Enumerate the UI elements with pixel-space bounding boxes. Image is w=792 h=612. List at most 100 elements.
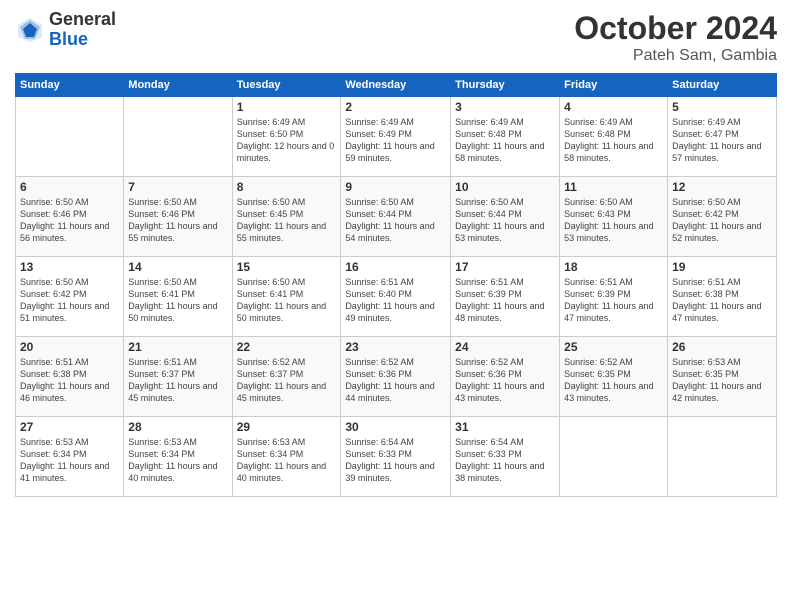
cell-info: Sunrise: 6:50 AM Sunset: 6:46 PM Dayligh… [20,196,119,245]
page: General Blue October 2024 Pateh Sam, Gam… [0,0,792,612]
cell-day-number: 15 [237,260,337,274]
calendar-cell [560,417,668,497]
calendar-week-5: 27 Sunrise: 6:53 AM Sunset: 6:34 PM Dayli… [16,417,777,497]
day-header-wednesday: Wednesday [341,74,451,97]
calendar-cell: 31Sunrise: 6:54 AM Sunset: 6:33 PM Dayli… [451,417,560,497]
cell-info: Sunrise: 6:53 AM Sunset: 6:34 PM Dayligh… [237,436,337,485]
logo-text: General Blue [49,10,116,50]
cell-day-number: 10 [455,180,555,194]
calendar-week-4: 20 Sunrise: 6:51 AM Sunset: 6:38 PM Dayli… [16,337,777,417]
calendar-cell: 30Sunrise: 6:54 AM Sunset: 6:33 PM Dayli… [341,417,451,497]
cell-day-number: 7 [128,180,227,194]
cell-info: Sunrise: 6:51 AM Sunset: 6:37 PM Dayligh… [128,356,227,405]
calendar-cell: 9 Sunrise: 6:50 AM Sunset: 6:44 PM Daylig… [341,177,451,257]
cell-day-number: 20 [20,340,119,354]
calendar-week-2: 6Sunrise: 6:50 AM Sunset: 6:46 PM Daylig… [16,177,777,257]
calendar-cell: 4Sunrise: 6:49 AM Sunset: 6:48 PM Daylig… [560,97,668,177]
cell-day-number: 9 [345,180,446,194]
calendar-cell: 28 Sunrise: 6:53 AM Sunset: 6:34 PM Dayli… [124,417,232,497]
cell-info: Sunrise: 6:49 AM Sunset: 6:47 PM Dayligh… [672,116,772,165]
cell-info: Sunrise: 6:52 AM Sunset: 6:37 PM Dayligh… [237,356,337,405]
calendar-cell: 25 Sunrise: 6:52 AM Sunset: 6:35 PM Dayli… [560,337,668,417]
header: General Blue October 2024 Pateh Sam, Gam… [15,10,777,65]
cell-info: Sunrise: 6:50 AM Sunset: 6:43 PM Dayligh… [564,196,663,245]
calendar-cell: 3Sunrise: 6:49 AM Sunset: 6:48 PM Daylig… [451,97,560,177]
cell-day-number: 5 [672,100,772,114]
cell-day-number: 18 [564,260,663,274]
cell-day-number: 31 [455,420,555,434]
cell-day-number: 1 [237,100,337,114]
cell-info: Sunrise: 6:49 AM Sunset: 6:49 PM Dayligh… [345,116,446,165]
logo-blue: Blue [49,30,116,50]
cell-info: Sunrise: 6:51 AM Sunset: 6:39 PM Dayligh… [564,276,663,325]
cell-day-number: 16 [345,260,446,274]
cell-info: Sunrise: 6:52 AM Sunset: 6:35 PM Dayligh… [564,356,663,405]
cell-info: Sunrise: 6:50 AM Sunset: 6:41 PM Dayligh… [128,276,227,325]
calendar-cell: 12 Sunrise: 6:50 AM Sunset: 6:42 PM Dayli… [668,177,777,257]
cell-day-number: 11 [564,180,663,194]
cell-info: Sunrise: 6:52 AM Sunset: 6:36 PM Dayligh… [345,356,446,405]
cell-info: Sunrise: 6:51 AM Sunset: 6:38 PM Dayligh… [20,356,119,405]
day-header-sunday: Sunday [16,74,124,97]
cell-info: Sunrise: 6:52 AM Sunset: 6:36 PM Dayligh… [455,356,555,405]
calendar-cell: 14 Sunrise: 6:50 AM Sunset: 6:41 PM Dayli… [124,257,232,337]
cell-day-number: 12 [672,180,772,194]
cell-day-number: 28 [128,420,227,434]
calendar-cell: 17 Sunrise: 6:51 AM Sunset: 6:39 PM Dayli… [451,257,560,337]
cell-day-number: 25 [564,340,663,354]
calendar-cell: 6Sunrise: 6:50 AM Sunset: 6:46 PM Daylig… [16,177,124,257]
calendar-cell [668,417,777,497]
cell-day-number: 19 [672,260,772,274]
calendar-cell: 1 Sunrise: 6:49 AM Sunset: 6:50 PM Daylig… [232,97,341,177]
calendar-cell: 21 Sunrise: 6:51 AM Sunset: 6:37 PM Dayli… [124,337,232,417]
calendar-header-row: SundayMondayTuesdayWednesdayThursdayFrid… [16,74,777,97]
calendar-cell: 18 Sunrise: 6:51 AM Sunset: 6:39 PM Dayli… [560,257,668,337]
logo-general: General [49,10,116,30]
day-header-friday: Friday [560,74,668,97]
cell-info: Sunrise: 6:50 AM Sunset: 6:46 PM Dayligh… [128,196,227,245]
cell-day-number: 4 [564,100,663,114]
cell-info: Sunrise: 6:53 AM Sunset: 6:35 PM Dayligh… [672,356,772,405]
cell-day-number: 2 [345,100,446,114]
month-title: October 2024 [574,10,777,47]
calendar-cell: 13Sunrise: 6:50 AM Sunset: 6:42 PM Dayli… [16,257,124,337]
calendar-cell: 27Sunrise: 6:53 AM Sunset: 6:34 PM Dayli… [16,417,124,497]
cell-day-number: 21 [128,340,227,354]
day-header-monday: Monday [124,74,232,97]
calendar-cell: 26 Sunrise: 6:53 AM Sunset: 6:35 PM Dayli… [668,337,777,417]
cell-day-number: 22 [237,340,337,354]
cell-day-number: 13 [20,260,119,274]
calendar-cell: 16 Sunrise: 6:51 AM Sunset: 6:40 PM Dayli… [341,257,451,337]
day-header-tuesday: Tuesday [232,74,341,97]
day-header-saturday: Saturday [668,74,777,97]
calendar-cell: 19Sunrise: 6:51 AM Sunset: 6:38 PM Dayli… [668,257,777,337]
title-block: October 2024 Pateh Sam, Gambia [574,10,777,65]
calendar-cell: 24 Sunrise: 6:52 AM Sunset: 6:36 PM Dayli… [451,337,560,417]
cell-info: Sunrise: 6:50 AM Sunset: 6:41 PM Dayligh… [237,276,337,325]
calendar-cell: 29Sunrise: 6:53 AM Sunset: 6:34 PM Dayli… [232,417,341,497]
logo: General Blue [15,10,116,50]
cell-day-number: 27 [20,420,119,434]
cell-day-number: 14 [128,260,227,274]
cell-day-number: 23 [345,340,446,354]
cell-day-number: 24 [455,340,555,354]
day-header-thursday: Thursday [451,74,560,97]
cell-info: Sunrise: 6:50 AM Sunset: 6:44 PM Dayligh… [345,196,446,245]
cell-info: Sunrise: 6:53 AM Sunset: 6:34 PM Dayligh… [128,436,227,485]
cell-info: Sunrise: 6:51 AM Sunset: 6:39 PM Dayligh… [455,276,555,325]
cell-info: Sunrise: 6:50 AM Sunset: 6:42 PM Dayligh… [672,196,772,245]
cell-info: Sunrise: 6:49 AM Sunset: 6:50 PM Dayligh… [237,116,337,165]
cell-info: Sunrise: 6:54 AM Sunset: 6:33 PM Dayligh… [345,436,446,485]
cell-day-number: 26 [672,340,772,354]
calendar-cell [124,97,232,177]
cell-info: Sunrise: 6:49 AM Sunset: 6:48 PM Dayligh… [455,116,555,165]
cell-day-number: 17 [455,260,555,274]
calendar-cell: 15 Sunrise: 6:50 AM Sunset: 6:41 PM Dayli… [232,257,341,337]
calendar-week-3: 13Sunrise: 6:50 AM Sunset: 6:42 PM Dayli… [16,257,777,337]
calendar-cell: 20 Sunrise: 6:51 AM Sunset: 6:38 PM Dayli… [16,337,124,417]
logo-icon [15,15,45,45]
cell-info: Sunrise: 6:51 AM Sunset: 6:40 PM Dayligh… [345,276,446,325]
calendar-cell: 7 Sunrise: 6:50 AM Sunset: 6:46 PM Daylig… [124,177,232,257]
location: Pateh Sam, Gambia [574,47,777,65]
calendar-cell: 22 Sunrise: 6:52 AM Sunset: 6:37 PM Dayli… [232,337,341,417]
